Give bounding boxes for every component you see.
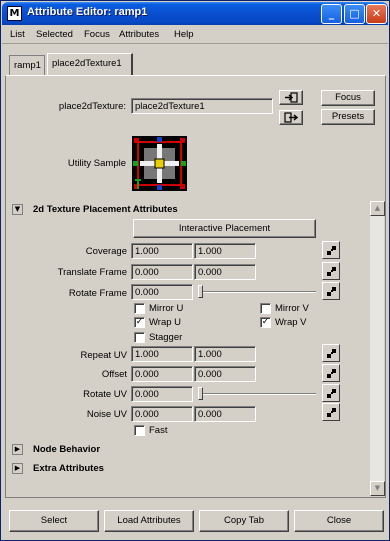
scroll-up-arrow-icon[interactable]: ▲ <box>370 201 385 216</box>
offset-u-field[interactable]: 0.000 <box>131 366 193 382</box>
translate-frame-v-field[interactable]: 0.000 <box>194 264 256 280</box>
section-node-behavior[interactable]: ▶ Node Behavior <box>9 442 365 458</box>
offset-label: Offset <box>101 369 127 380</box>
section-title: Extra Attributes <box>33 463 104 474</box>
noise-uv-map-button[interactable] <box>322 403 340 421</box>
menu-selected[interactable]: Selected <box>36 29 73 40</box>
menu-help[interactable]: Help <box>174 29 194 40</box>
noise-u-field[interactable]: 0.000 <box>131 406 193 422</box>
repeat-uv-map-button[interactable] <box>322 344 340 362</box>
maya-app-icon: M <box>7 6 22 21</box>
rotate-frame-label: Rotate Frame <box>68 288 127 299</box>
noise-v-field[interactable]: 0.000 <box>194 406 256 422</box>
menu-list[interactable]: List <box>10 29 25 40</box>
noise-uv-label: Noise UV <box>86 409 127 420</box>
wrap-v-label: Wrap V <box>275 317 307 328</box>
tab-strip: ramp1 place2dTexture1 <box>5 51 386 75</box>
coverage-v-field[interactable]: 1.000 <box>194 243 256 259</box>
load-attributes-button[interactable]: Load Attributes <box>104 510 194 532</box>
expand-triangle-icon: ▶ <box>12 463 23 474</box>
place2dtexture-swatch-icon <box>132 136 187 191</box>
maximize-button[interactable]: □ <box>344 4 365 24</box>
stagger-label: Stagger <box>149 332 183 343</box>
coverage-u-field[interactable]: 1.000 <box>131 243 193 259</box>
rotate-frame-field[interactable]: 0.000 <box>131 284 193 300</box>
rotate-frame-map-button[interactable] <box>322 282 340 300</box>
translate-frame-u-field[interactable]: 0.000 <box>131 264 193 280</box>
rotate-frame-slider[interactable] <box>198 285 316 298</box>
close-window-button[interactable]: ✕ <box>366 4 387 24</box>
rotate-uv-field[interactable]: 0.000 <box>131 386 193 402</box>
offset-map-button[interactable] <box>322 364 340 382</box>
section-title: 2d Texture Placement Attributes <box>33 204 178 215</box>
section-extra-attributes[interactable]: ▶ Extra Attributes <box>9 461 365 477</box>
slider-thumb[interactable] <box>198 285 203 298</box>
select-button[interactable]: Select <box>9 510 99 532</box>
collapse-triangle-icon: ▼ <box>12 204 23 215</box>
coverage-map-button[interactable] <box>322 241 340 259</box>
minimize-button[interactable]: _ <box>321 4 342 24</box>
rotate-uv-label: Rotate UV <box>83 389 127 400</box>
fast-label: Fast <box>149 425 168 436</box>
section-2d-texture-placement[interactable]: ▼ 2d Texture Placement Attributes <box>9 202 365 218</box>
utility-sample-label: Utility Sample <box>67 158 126 169</box>
slider-thumb[interactable] <box>198 387 203 400</box>
wrap-v-checkbox[interactable]: ✓ <box>260 317 271 328</box>
mirror-v-label: Mirror V <box>275 303 309 314</box>
coverage-label: Coverage <box>85 246 127 257</box>
select-output-node-button[interactable] <box>279 110 303 125</box>
close-button[interactable]: Close <box>294 510 384 532</box>
rotate-uv-map-button[interactable] <box>322 384 340 402</box>
menu-focus[interactable]: Focus <box>84 29 110 40</box>
title-bar[interactable]: M Attribute Editor: ramp1 _ □ ✕ <box>2 2 388 25</box>
wrap-u-checkbox[interactable]: ✓ <box>134 317 145 328</box>
mirror-v-checkbox[interactable] <box>260 303 271 314</box>
translate-frame-label: Translate Frame <box>57 267 127 278</box>
node-name-field[interactable]: place2dTexture1 <box>131 98 273 114</box>
menu-attributes[interactable]: Attributes <box>119 29 159 40</box>
presets-button[interactable]: Presets <box>321 109 375 125</box>
tab-ramp1[interactable]: ramp1 <box>9 55 45 75</box>
repeat-v-field[interactable]: 1.000 <box>194 346 256 362</box>
repeat-uv-label: Repeat UV <box>80 350 127 361</box>
attribute-editor-window: M Attribute Editor: ramp1 _ □ ✕ List Sel… <box>0 0 390 541</box>
scroll-down-arrow-icon[interactable]: ▼ <box>370 481 385 496</box>
node-name-label: place2dTexture: <box>58 101 126 112</box>
tab-place2dtexture1[interactable]: place2dTexture1 <box>47 53 133 75</box>
menu-bar: List Selected Focus Attributes Help <box>2 26 388 44</box>
fast-checkbox[interactable] <box>134 425 145 436</box>
mirror-u-label: Mirror U <box>149 303 184 314</box>
section-title: Node Behavior <box>33 444 101 455</box>
wrap-u-label: Wrap U <box>149 317 182 328</box>
output-connection-icon <box>284 112 299 123</box>
repeat-u-field[interactable]: 1.000 <box>131 346 193 362</box>
focus-button[interactable]: Focus <box>321 90 375 106</box>
window-title: Attribute Editor: ramp1 <box>27 6 148 18</box>
mirror-u-checkbox[interactable] <box>134 303 145 314</box>
select-input-node-button[interactable] <box>279 90 303 105</box>
vertical-scrollbar[interactable]: ▲ ▼ <box>369 201 385 496</box>
translate-frame-map-button[interactable] <box>322 262 340 280</box>
interactive-placement-button[interactable]: Interactive Placement <box>133 219 316 238</box>
input-connection-icon <box>285 92 298 103</box>
stagger-checkbox[interactable] <box>134 332 145 343</box>
expand-triangle-icon: ▶ <box>12 444 23 455</box>
offset-v-field[interactable]: 0.000 <box>194 366 256 382</box>
copy-tab-button[interactable]: Copy Tab <box>199 510 289 532</box>
rotate-uv-slider[interactable] <box>198 387 316 400</box>
